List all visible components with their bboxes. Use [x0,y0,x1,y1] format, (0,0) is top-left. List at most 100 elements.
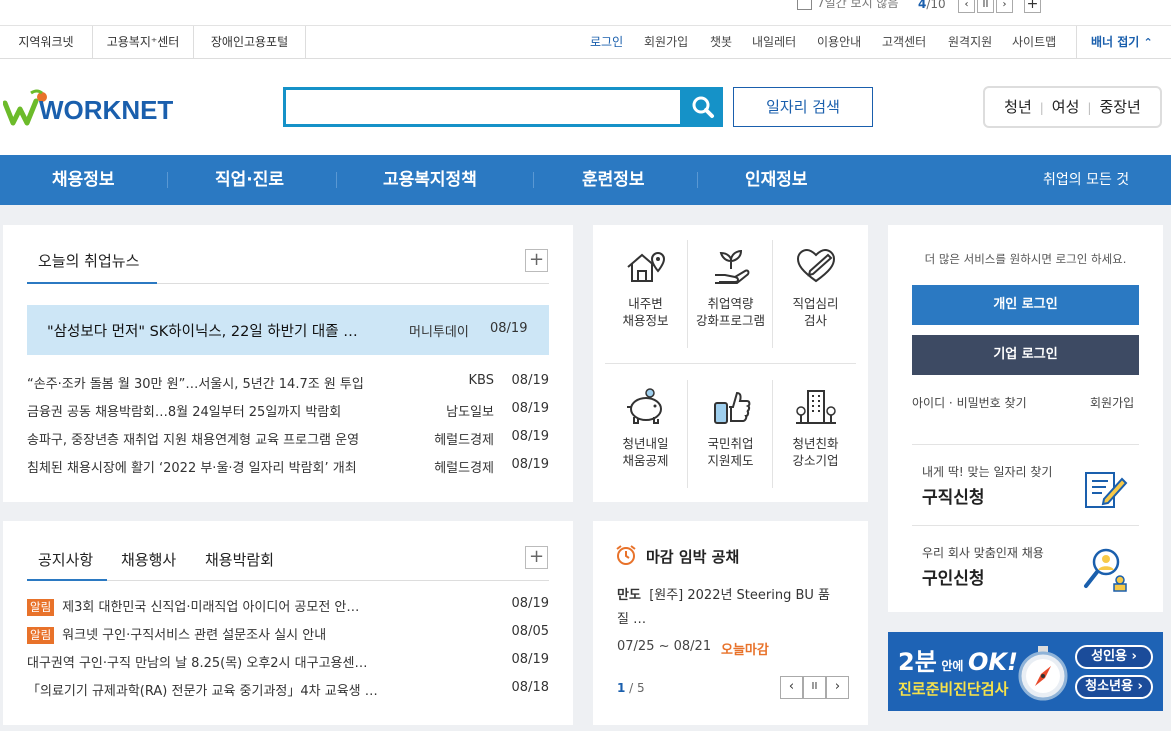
target-youth-link[interactable]: 청년 [1004,98,1032,116]
family-site-local-worknet[interactable]: 지역워크넷 [0,26,93,58]
service-nearby-jobs[interactable]: 내주변 채용정보 [603,247,688,329]
service-psych-test[interactable]: 직업심리 검사 [773,247,858,329]
news-item[interactable]: 침체된 채용시장에 활기 ‘2022 부·울·경 일자리 박람회’ 개최 헤럴드경… [27,457,549,477]
gnb-career[interactable]: 직업·진로 [215,155,284,205]
search-input[interactable] [283,87,683,127]
service-label-1: 청년친화 [792,436,839,451]
youth-test-button[interactable]: 청소년용 › [1075,675,1153,699]
divider [605,363,856,364]
gnb-training-info[interactable]: 훈련정보 [582,155,645,205]
util-link-guide[interactable]: 이용안내 [817,26,861,58]
compass-icon [1018,646,1068,701]
headline-date: 08/19 [490,321,528,336]
banner-pause-button[interactable]: II [977,0,994,13]
banner-counter-total: /10 [926,0,946,11]
personal-login-button[interactable]: 개인 로그인 [912,285,1139,325]
service-national-employment-support[interactable]: 국민취업 지원제도 [688,387,773,469]
family-site-welfare-center[interactable]: 고용복지⁺센터 [93,26,194,58]
gnb-divider [336,172,337,188]
notice-item[interactable]: 「의료기기 규제과학(RA) 전문가 교육 중기과정」4차 교육생 … 08/18 [27,680,549,700]
header: WORKNET 일자리 검색 청년 | 여성 | 중장년 [0,59,1171,155]
deadline-job-link[interactable]: 만도 [원주] 2022년 Steering BU 품 질 … [617,584,849,632]
family-site-disability-portal[interactable]: 장애인고용포털 [194,26,306,58]
active-tab-underline [27,282,157,284]
service-employability-program[interactable]: 취업역량 강화프로그램 [688,247,773,329]
banner-prev-button[interactable]: ‹ [958,0,975,13]
notice-item[interactable]: 알림 제3회 대한민국 신직업·미래직업 아이디어 공모전 안… 08/19 [27,596,549,616]
deadline-counter-total: / 5 [625,681,645,695]
search-button[interactable] [683,87,723,127]
headline-source: 머니투데이 [409,325,469,340]
util-link-remote-support[interactable]: 원격지원 [948,26,992,58]
news-item[interactable]: “손주·조카 돌봄 월 30만 원”…서울시, 5년간 14.7조 원 투입 KB… [27,373,549,393]
deadline-prev-button[interactable]: ‹ [780,676,803,699]
util-link-join[interactable]: 회원가입 [644,26,688,58]
news-item-title: 금융권 공동 채용박람회…8월 24일부터 25일까지 박람회 [27,405,342,420]
notice-panel: 공지사항 채용행사 채용박람회 + 알림 제3회 대한민국 신직업·미래직업 아이… [3,521,573,725]
service-label-1: 청년내일 [622,436,669,451]
deadline-job-title-2: 질 … [617,612,647,627]
util-link-login[interactable]: 로그인 [590,26,623,58]
deadline-pause-button[interactable]: II [803,676,826,699]
tab-recruit-events[interactable]: 채용행사 [121,549,176,570]
quick-services-panel: 내주변 채용정보 취업역량 강화프로그램 직업심리 검사 청년내일 채움공제 국민취업 지… [593,225,868,502]
talent-apply-title: 구인신청 [922,569,985,589]
deadline-company: 만도 [617,588,641,603]
talent-apply-link[interactable]: 우리 회사 맞춤인재 채용 구인신청 [912,526,1139,606]
util-link-newsletter[interactable]: 내일레터 [752,26,796,58]
login-message: 더 많은 서비스를 원하시면 로그인 하세요. [924,252,1127,266]
job-apply-sub: 내게 딱! 맞는 일자리 찾기 [922,465,1053,479]
company-login-button[interactable]: 기업 로그인 [912,335,1139,375]
worknet-logo[interactable]: WORKNET [2,89,173,129]
deadline-next-button[interactable]: › [826,676,849,699]
heart-pen-icon [796,248,835,283]
banner-next-button[interactable]: › [996,0,1013,13]
news-item[interactable]: 금융권 공동 채용박람회…8월 24일부터 25일까지 박람회 남도일보 08/19 [27,401,549,421]
service-youth-savings[interactable]: 청년내일 채움공제 [603,387,688,469]
separator: | [1087,101,1092,115]
tab-job-fair[interactable]: 채용박람회 [205,549,274,570]
news-item-title: “손주·조카 돌봄 월 30만 원”…서울시, 5년간 14.7조 원 투입 [27,377,364,392]
notice-item[interactable]: 대구권역 구인·구직 만남의 날 8.25(목) 오후2시 대구고용센… 08/1… [27,652,549,672]
service-label-1: 국민취업 [707,436,754,451]
talent-apply-sub: 우리 회사 맞춤인재 채용 [922,546,1044,560]
deadline-period: 07/25 ~ 08/21 [617,639,712,654]
headline-title: "삼성보다 먼저" SK하이닉스, 22일 하반기 대졸 … [47,324,358,340]
service-youth-friendly-smes[interactable]: 청년친화 강소기업 [773,387,858,469]
job-search-button[interactable]: 일자리 검색 [733,87,873,127]
util-link-chatbot[interactable]: 챗봇 [710,26,732,58]
find-id-password-link[interactable]: 아이디 · 비밀번호 찾기 [912,394,1027,411]
banner-headline: 2분 안에 OK! [898,642,1018,677]
hide-7days-checkbox[interactable] [797,0,812,10]
notice-more-button[interactable]: + [525,546,548,569]
target-middle-aged-link[interactable]: 중장년 [1099,98,1140,116]
util-link-sitemap[interactable]: 사이트맵 [1012,26,1056,58]
notice-item-text: 워크넷 구인·구직서비스 관련 설문조사 실시 안내 [62,628,327,643]
gnb-recruit-info[interactable]: 채용정보 [52,155,115,205]
banner-fold-button[interactable]: 배너 접기 ⌃ [1076,26,1171,58]
util-link-customer-center[interactable]: 고객센터 [882,26,926,58]
gnb-talent-info[interactable]: 인재정보 [745,155,808,205]
gnb-welfare-policy[interactable]: 고용복지정책 [383,155,477,205]
news-item[interactable]: 송파구, 중장년층 재취업 지원 채용연계형 교육 프로그램 운영 헤럴드경제 08… [27,429,549,449]
headline-news[interactable]: "삼성보다 먼저" SK하이닉스, 22일 하반기 대졸 … 머니투데이 08/… [27,305,549,355]
magnifier-person-icon [1084,548,1127,592]
notice-item[interactable]: 알림 워크넷 구인·구직서비스 관련 설문조사 실시 안내 08/05 [27,624,549,644]
deadline-counter: 1 / 5 [617,681,645,695]
join-link[interactable]: 회원가입 [1090,394,1134,411]
thumbs-up-phone-icon [713,391,750,424]
job-apply-link[interactable]: 내게 딱! 맞는 일자리 찾기 구직신청 [912,445,1139,525]
tab-notice[interactable]: 공지사항 [38,549,93,570]
news-item-source: 남도일보 [446,405,494,420]
news-title[interactable]: 오늘의 취업뉴스 [38,250,139,271]
chevron-up-icon: ⌃ [1143,36,1153,49]
gnb-all-about-jobs[interactable]: 취업의 모든 것 [1043,155,1129,205]
target-women-link[interactable]: 여성 [1052,98,1080,116]
career-readiness-test-banner[interactable]: 2분 안에 OK! 진로준비진단검사 성인용 › 청소년용 › [888,632,1163,711]
news-more-button[interactable]: + [525,249,548,272]
gnb-divider [697,172,698,188]
banner-plus-button[interactable]: + [1024,0,1041,13]
banner-big-text: 2분 [898,648,937,676]
service-label-1: 직업심리 [792,296,839,311]
adult-test-button[interactable]: 성인용 › [1075,645,1153,669]
